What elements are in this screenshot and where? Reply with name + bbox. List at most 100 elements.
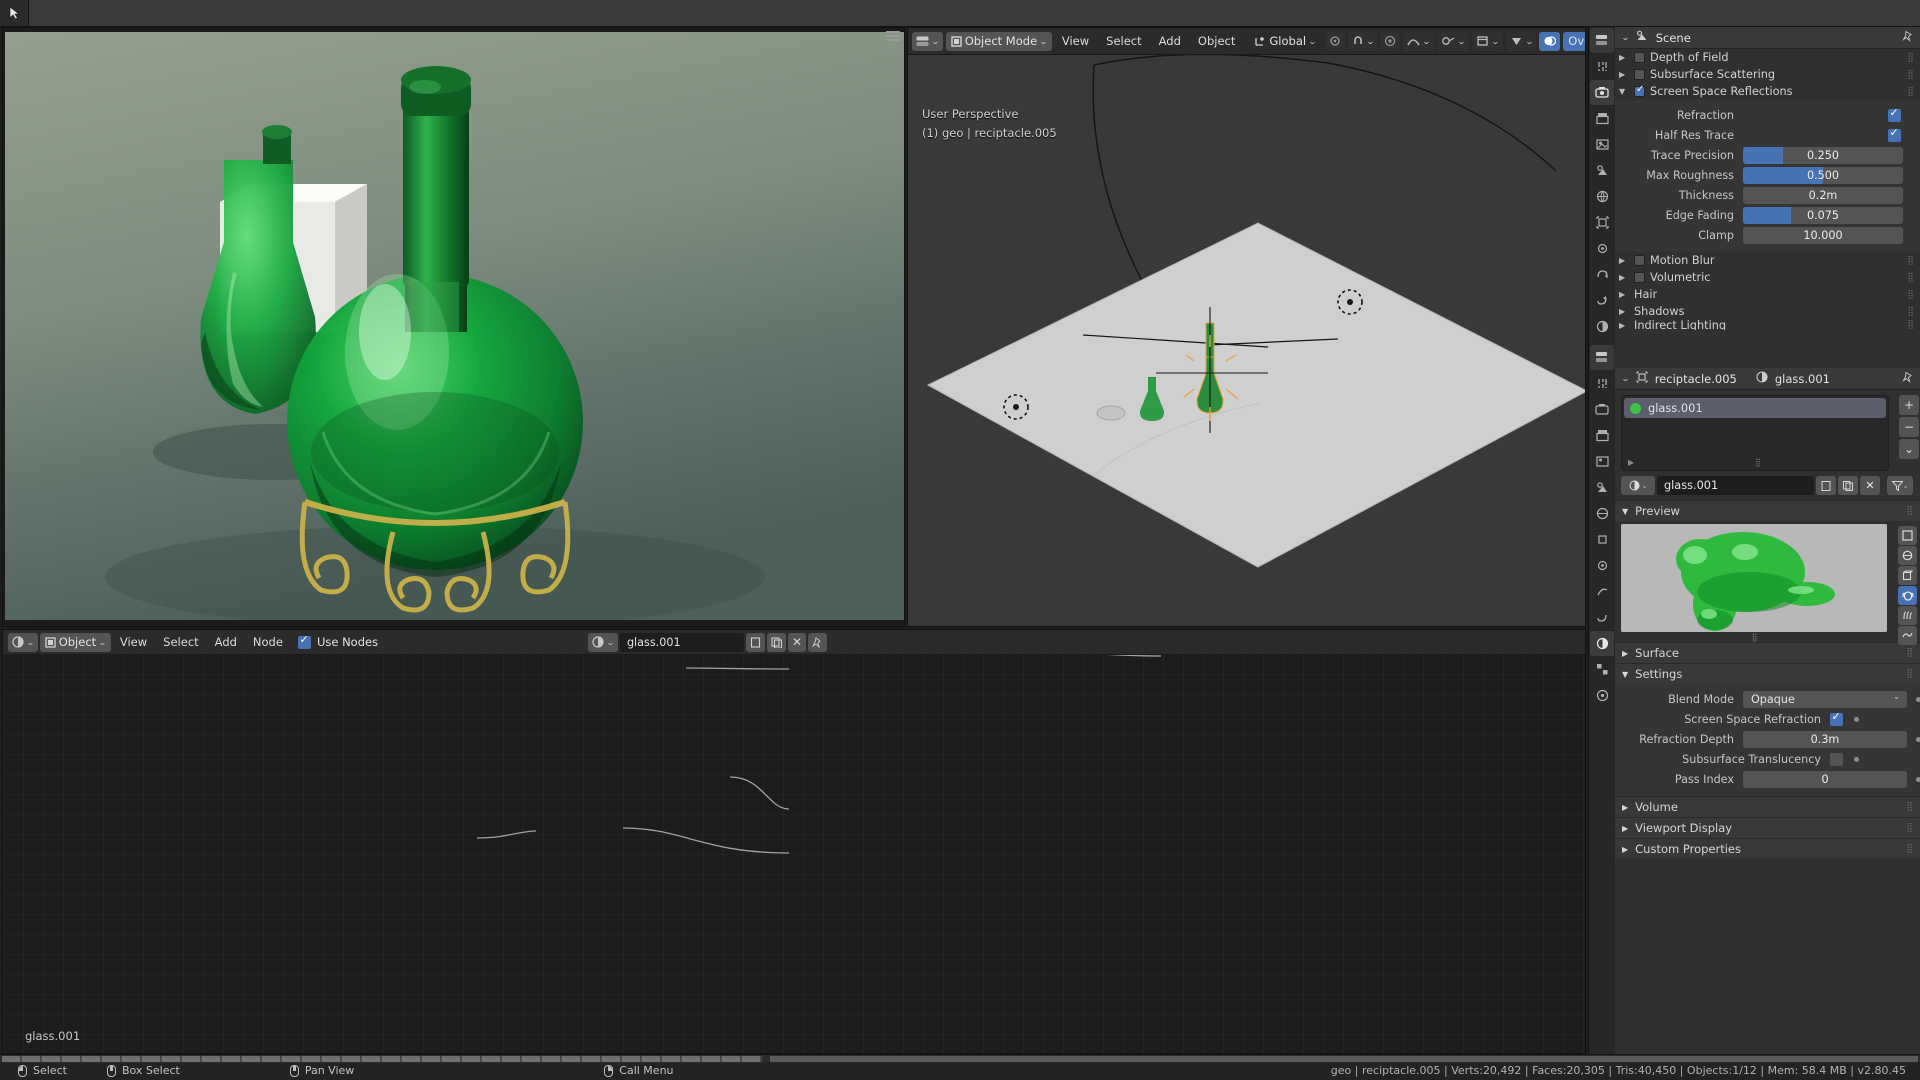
expand-triangle-icon[interactable]: ▶ (1622, 824, 1628, 833)
object-visibility-icon[interactable]: ⌄ (1471, 31, 1503, 51)
pivot-point-icon[interactable] (1324, 31, 1345, 51)
panel-indirect-lighting[interactable]: ▶ Indirect Lighting ⣿ (1615, 320, 1920, 330)
section-volume[interactable]: ▶ Volume ⣿ (1615, 796, 1920, 817)
preview-cube-icon[interactable] (1898, 566, 1917, 585)
section-viewport-display[interactable]: ▶ Viewport Display ⣿ (1615, 817, 1920, 838)
panel-checkbox[interactable] (1634, 84, 1645, 97)
tab-data-icon[interactable] (1590, 314, 1614, 339)
panel-checkbox[interactable] (1634, 272, 1645, 283)
tab-object-icon[interactable] (1590, 210, 1614, 235)
material-slot-list[interactable]: glass.001 ▶ ⣿ (1621, 395, 1889, 471)
tab-output-icon[interactable] (1590, 106, 1614, 131)
drag-grip-icon[interactable]: ⣿ (1907, 307, 1915, 317)
expand-triangle-icon[interactable]: ▶ (1619, 307, 1629, 316)
material-properties-panel[interactable]: ⌄ reciptacle.005 glass.001 glass.001 ▶ ⣿… (1615, 368, 1920, 1054)
transform-orientation-selector[interactable]: Global ⌄ (1248, 32, 1321, 51)
tab-object-2-icon[interactable] (1590, 527, 1614, 552)
preview-sphere-icon[interactable] (1898, 546, 1917, 565)
subsurface-translucency-checkbox[interactable] (1830, 752, 1843, 766)
field-thickness[interactable]: Thickness 0.2m (1615, 186, 1920, 204)
thickness-field[interactable]: 0.2m (1743, 186, 1903, 204)
expand-triangle-icon[interactable]: ▶ (1619, 53, 1629, 62)
tab-tool-2-icon[interactable] (1590, 371, 1614, 396)
menu-add[interactable]: Add (1152, 34, 1188, 48)
new-material-icon[interactable] (745, 632, 765, 652)
chevron-down-icon[interactable]: ⌄ (1621, 374, 1630, 383)
preview-flat-icon[interactable] (1898, 526, 1917, 545)
screen-space-refraction-checkbox[interactable] (1830, 710, 1843, 726)
tab-scene-icon[interactable] (1590, 158, 1614, 183)
expand-triangle-icon[interactable]: ▶ (1622, 803, 1628, 812)
clamp-field[interactable]: 10.000 (1743, 226, 1903, 244)
max-roughness-slider[interactable]: 0.500 (1743, 166, 1903, 184)
tab-world-2-icon[interactable] (1590, 501, 1614, 526)
drag-grip-icon[interactable]: ⣿ (1907, 273, 1915, 283)
field-trace-precision[interactable]: Trace Precision 0.250 (1615, 146, 1920, 164)
tab-texture-icon[interactable] (1590, 657, 1614, 682)
tab-constraints-icon[interactable] (1590, 288, 1614, 313)
animate-property-dot[interactable] (1916, 776, 1920, 782)
drag-grip-icon[interactable]: ⣿ (1907, 290, 1915, 300)
expand-triangle-icon[interactable]: ▶ (1619, 256, 1629, 265)
section-custom-properties[interactable]: ▶ Custom Properties ⣿ (1615, 838, 1920, 859)
drag-grip-icon[interactable]: ⣿ (1906, 648, 1914, 658)
material-name-input[interactable]: glass.001 (1657, 476, 1814, 495)
filter-icon[interactable]: ⌄ (1887, 476, 1913, 495)
viewport-canvas[interactable]: User Perspective (1) geo | reciptacle.00… (908, 55, 1585, 626)
drag-grip-icon[interactable]: ⣿ (1907, 87, 1915, 97)
node-menu-node[interactable]: Node (246, 635, 290, 649)
field-edge-fading[interactable]: Edge Fading 0.075 (1615, 206, 1920, 224)
tab-physics-2-icon[interactable] (1590, 605, 1614, 630)
pin-icon[interactable] (1902, 371, 1914, 386)
list-resize-grip-icon[interactable]: ⣿ (1755, 458, 1762, 467)
collapse-triangle-icon[interactable]: ▼ (1622, 670, 1628, 679)
drag-grip-icon[interactable]: ⣿ (1907, 320, 1915, 330)
unlink-material-icon[interactable]: ✕ (1860, 476, 1880, 495)
panel-motion-blur[interactable]: ▶ Motion Blur ⣿ (1615, 252, 1920, 269)
breadcrumb-object-label[interactable]: reciptacle.005 (1655, 372, 1737, 386)
3d-viewport[interactable]: ⌄ Object Mode ⌄ View Select Add Object G… (907, 27, 1586, 627)
expand-triangle-icon[interactable]: ▶ (1619, 273, 1629, 282)
tab-tool-icon[interactable] (1590, 54, 1614, 79)
expand-triangle-icon[interactable]: ▶ (1622, 649, 1628, 658)
field-half-res-trace[interactable]: Half Res Trace (1615, 126, 1920, 144)
drag-grip-icon[interactable]: ⣿ (1906, 802, 1914, 812)
use-nodes-checkbox[interactable]: ✓ (297, 633, 311, 649)
panel-volumetric[interactable]: ▶ Volumetric ⣿ (1615, 269, 1920, 286)
field-blend-mode[interactable]: Blend Mode Opaque ⌄ (1615, 690, 1920, 708)
section-preview[interactable]: ▼ Preview ⣿ (1615, 500, 1920, 521)
node-menu-add[interactable]: Add (208, 635, 244, 649)
edge-fading-slider[interactable]: 0.075 (1743, 206, 1903, 224)
remove-material-slot-button[interactable]: − (1899, 417, 1919, 437)
panel-hair[interactable]: ▶ Hair ⣿ (1615, 286, 1920, 303)
render-properties-panel[interactable]: ⌄ Scene ▶ Depth of Field ⣿ ▶ Subsurface … (1615, 27, 1920, 367)
panel-depth-of-field[interactable]: ▶ Depth of Field ⣿ (1615, 49, 1920, 66)
tab-scene-2-icon[interactable] (1590, 475, 1614, 500)
drag-grip-icon[interactable]: ⣿ (1907, 53, 1915, 63)
new-material-icon[interactable] (1816, 476, 1836, 495)
panel-shadows[interactable]: ▶ Shadows ⣿ (1615, 303, 1920, 320)
tab-output-2-icon[interactable] (1590, 423, 1614, 448)
preview-cloth-icon[interactable] (1898, 626, 1917, 645)
tab-object-data-icon[interactable] (1590, 683, 1614, 708)
material-slot-buttons[interactable]: + − ⌄ (1899, 395, 1919, 461)
trace-precision-slider[interactable]: 0.250 (1743, 146, 1903, 164)
refraction-checkbox[interactable] (1888, 106, 1901, 122)
tab-render-icon[interactable] (1590, 80, 1614, 105)
magnet-icon[interactable]: ⌄ (1347, 31, 1378, 51)
node-menu-view[interactable]: View (113, 635, 154, 649)
panel-checkbox[interactable] (1634, 69, 1645, 80)
node-canvas[interactable] (3, 655, 1585, 1053)
drag-grip-icon[interactable]: ⣿ (1906, 506, 1914, 516)
expand-triangle-icon[interactable]: ▶ (1619, 290, 1629, 299)
menu-select[interactable]: Select (1099, 34, 1148, 48)
properties-editor-type-icon[interactable] (1590, 28, 1614, 53)
overlays-dropdown[interactable]: Overlays ⌄ (1563, 31, 1585, 51)
tab-world-icon[interactable] (1590, 184, 1614, 209)
field-refraction[interactable]: Refraction (1615, 106, 1920, 124)
tab-particles-icon[interactable] (1590, 579, 1614, 604)
half-res-trace-checkbox[interactable] (1888, 126, 1901, 142)
pass-index-field[interactable]: 0 (1743, 770, 1907, 788)
node-menu-select[interactable]: Select (156, 635, 205, 649)
add-material-slot-button[interactable]: + (1899, 395, 1919, 415)
